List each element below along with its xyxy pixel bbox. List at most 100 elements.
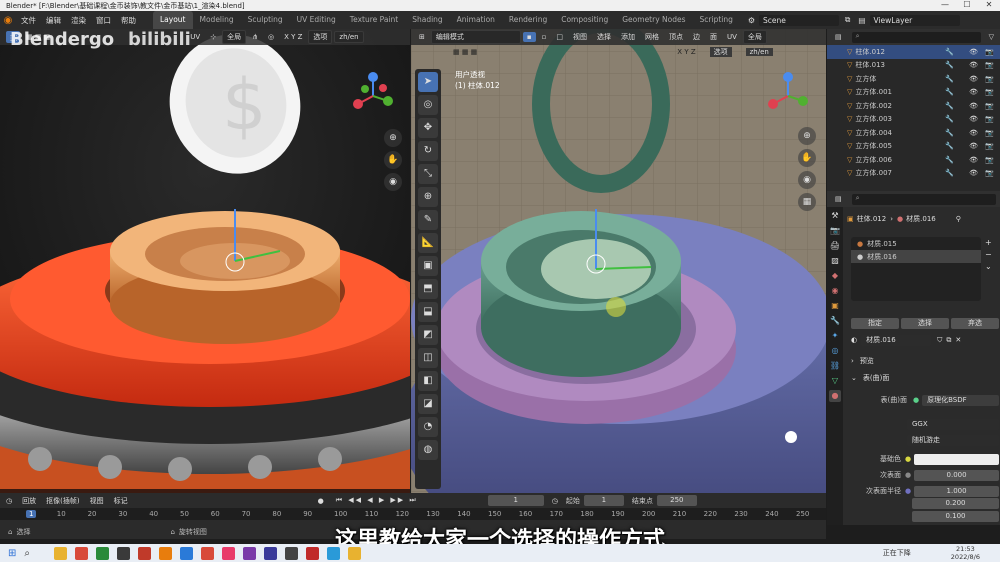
outliner-row[interactable]: ▽ 柱体.013 🔧 👁 📷: [827, 59, 1000, 73]
pr-app-icon[interactable]: [243, 546, 256, 560]
ai-app-icon[interactable]: [138, 546, 151, 560]
vertex-select-icon[interactable]: ▪: [522, 32, 536, 42]
blender-logo-icon[interactable]: ◉: [0, 15, 16, 26]
pivot-icon[interactable]: ⊹: [206, 32, 220, 42]
app7-icon[interactable]: [348, 546, 361, 560]
modifier-icon[interactable]: 🔧: [945, 75, 954, 83]
slot-add-icon[interactable]: +: [985, 237, 992, 249]
menu-vertex[interactable]: 顶点: [665, 31, 687, 43]
windows-start-icon[interactable]: ⊞: [8, 548, 16, 559]
zoom-icon[interactable]: ⊕: [384, 129, 402, 147]
scene-icon[interactable]: ⚙: [748, 16, 755, 25]
menu-mesh[interactable]: 网格: [641, 31, 663, 43]
minimize-button[interactable]: —: [934, 0, 956, 9]
record-icon[interactable]: ●: [318, 497, 324, 505]
extrude-tool-icon[interactable]: ⬒: [418, 279, 438, 299]
add-cube-tool-icon[interactable]: ▣: [418, 256, 438, 276]
app5-icon[interactable]: [306, 546, 319, 560]
outliner-row[interactable]: ▽ 立方体.005 🔧 👁 📷: [827, 140, 1000, 154]
render-camera-icon[interactable]: 📷: [985, 88, 994, 96]
assign-button[interactable]: 指定: [851, 317, 899, 329]
menu-help[interactable]: 帮助: [116, 15, 141, 26]
transform-tool-icon[interactable]: ⊕: [418, 187, 438, 207]
face-select-icon[interactable]: □: [552, 32, 567, 42]
annotate-tool-icon[interactable]: ✎: [418, 210, 438, 230]
options-dropdown[interactable]: 选项: [308, 30, 333, 44]
close-button[interactable]: ✕: [978, 0, 1000, 9]
menu-file[interactable]: 文件: [16, 15, 41, 26]
properties-type-icon[interactable]: ▤: [831, 194, 846, 204]
eye-icon[interactable]: 👁: [969, 88, 978, 96]
camera-icon[interactable]: ◉: [384, 173, 402, 191]
radius-x-field[interactable]: 1.000: [914, 485, 999, 497]
navigation-gizmo-right[interactable]: [763, 71, 813, 121]
blender-taskbar-icon[interactable]: [159, 546, 172, 560]
unlink-icon[interactable]: ✕: [955, 336, 961, 344]
radius-z-field[interactable]: 0.100: [912, 511, 999, 522]
tab-sculpting[interactable]: Sculpting: [241, 11, 290, 29]
measure-tool-icon[interactable]: 📐: [418, 233, 438, 253]
modifier-icon[interactable]: 🔧: [945, 129, 954, 137]
menu-window[interactable]: 窗口: [91, 15, 116, 26]
tab-scripting[interactable]: Scripting: [693, 11, 740, 29]
spin-tool-icon[interactable]: ◔: [418, 417, 438, 437]
move-tool-icon[interactable]: ✥: [418, 118, 438, 138]
eye-icon[interactable]: 👁: [969, 115, 978, 123]
app-icon[interactable]: [117, 546, 130, 560]
eye-icon[interactable]: 👁: [969, 169, 978, 177]
scene-selector[interactable]: Scene: [759, 14, 840, 26]
menu-face[interactable]: 面: [706, 31, 721, 43]
transform-orientation[interactable]: 全局: [222, 30, 247, 44]
surface-section[interactable]: ⌄ 表(曲)面: [851, 372, 889, 384]
modifier-icon[interactable]: 🔧: [945, 88, 954, 96]
render-camera-icon[interactable]: 📷: [985, 102, 994, 110]
timeline-ruler[interactable]: 1 10 20 30 40 50 60 70 80 90 100 110 120 130 140 150 160…: [0, 508, 826, 520]
rotate-tool-icon[interactable]: ↻: [418, 141, 438, 161]
pan-hand-icon-right[interactable]: ✋: [798, 149, 816, 167]
outliner-search[interactable]: ⌕: [851, 31, 981, 43]
mode-selector[interactable]: 编辑模式: [430, 30, 521, 44]
material-name-field[interactable]: 材质.016: [861, 334, 932, 346]
outliner-row[interactable]: ▽ 立方体.006 🔧 👁 📷: [827, 153, 1000, 167]
eye-icon[interactable]: 👁: [969, 142, 978, 150]
scale-tool-icon[interactable]: ⤡: [418, 164, 438, 184]
world-tab-icon[interactable]: ◉: [829, 285, 841, 297]
eye-icon[interactable]: 👁: [969, 156, 978, 164]
tab-modeling[interactable]: Modeling: [193, 11, 241, 29]
menu-view[interactable]: 视图: [569, 31, 591, 43]
eye-icon[interactable]: 👁: [969, 129, 978, 137]
viewlayer-tab-icon[interactable]: ▨: [829, 255, 841, 267]
bevel-tool-icon[interactable]: ◩: [418, 325, 438, 345]
viewlayer-icon[interactable]: ▤: [858, 16, 865, 25]
slot-item-selected[interactable]: ● 材质.016: [851, 250, 981, 263]
proportional-icon[interactable]: ◎: [264, 32, 278, 42]
menu-add[interactable]: 添加: [617, 31, 639, 43]
xyz-toggle-right[interactable]: X Y Z: [677, 48, 695, 56]
pan-hand-icon[interactable]: ✋: [384, 151, 402, 169]
menu-view-timeline[interactable]: 视图: [90, 496, 104, 506]
outliner-row[interactable]: ▽ 柱体.012 🔧 👁 📷: [827, 45, 1000, 59]
navigation-gizmo[interactable]: [348, 71, 398, 121]
subsurface-method-dropdown[interactable]: 随机游走: [907, 435, 999, 446]
app3-icon[interactable]: [222, 546, 235, 560]
snap-icon[interactable]: ⋔: [248, 32, 262, 42]
chrome2-icon[interactable]: [201, 546, 214, 560]
polybuild-tool-icon[interactable]: ◪: [418, 394, 438, 414]
radius-y-field[interactable]: 0.200: [912, 498, 999, 509]
render-tab-icon[interactable]: 📷: [829, 225, 841, 237]
select-tool-icon[interactable]: ➤: [418, 72, 438, 92]
constraints-tab-icon[interactable]: ⛓: [829, 360, 841, 372]
outliner-row[interactable]: ▽ 立方体.003 🔧 👁 📷: [827, 113, 1000, 127]
transform-orientation-right[interactable]: 全局: [742, 30, 767, 44]
tab-geometry-nodes[interactable]: Geometry Nodes: [615, 11, 692, 29]
material-tab-icon[interactable]: ●: [829, 390, 841, 402]
vert-edge-face-icons[interactable]: ▦ ▦ ▦: [453, 48, 477, 56]
duplicate-icon[interactable]: ⧉: [946, 336, 951, 345]
tab-rendering[interactable]: Rendering: [502, 11, 554, 29]
taskbar-clock[interactable]: 21:53 2022/8/6: [951, 545, 980, 561]
modifier-icon[interactable]: 🔧: [945, 156, 954, 164]
scene-copy-icon[interactable]: ⧉: [845, 15, 850, 25]
surface-shader-field[interactable]: 原理化BSDF: [922, 394, 999, 406]
timeline-type-icon[interactable]: ◷: [6, 497, 12, 505]
tab-compositing[interactable]: Compositing: [554, 11, 615, 29]
